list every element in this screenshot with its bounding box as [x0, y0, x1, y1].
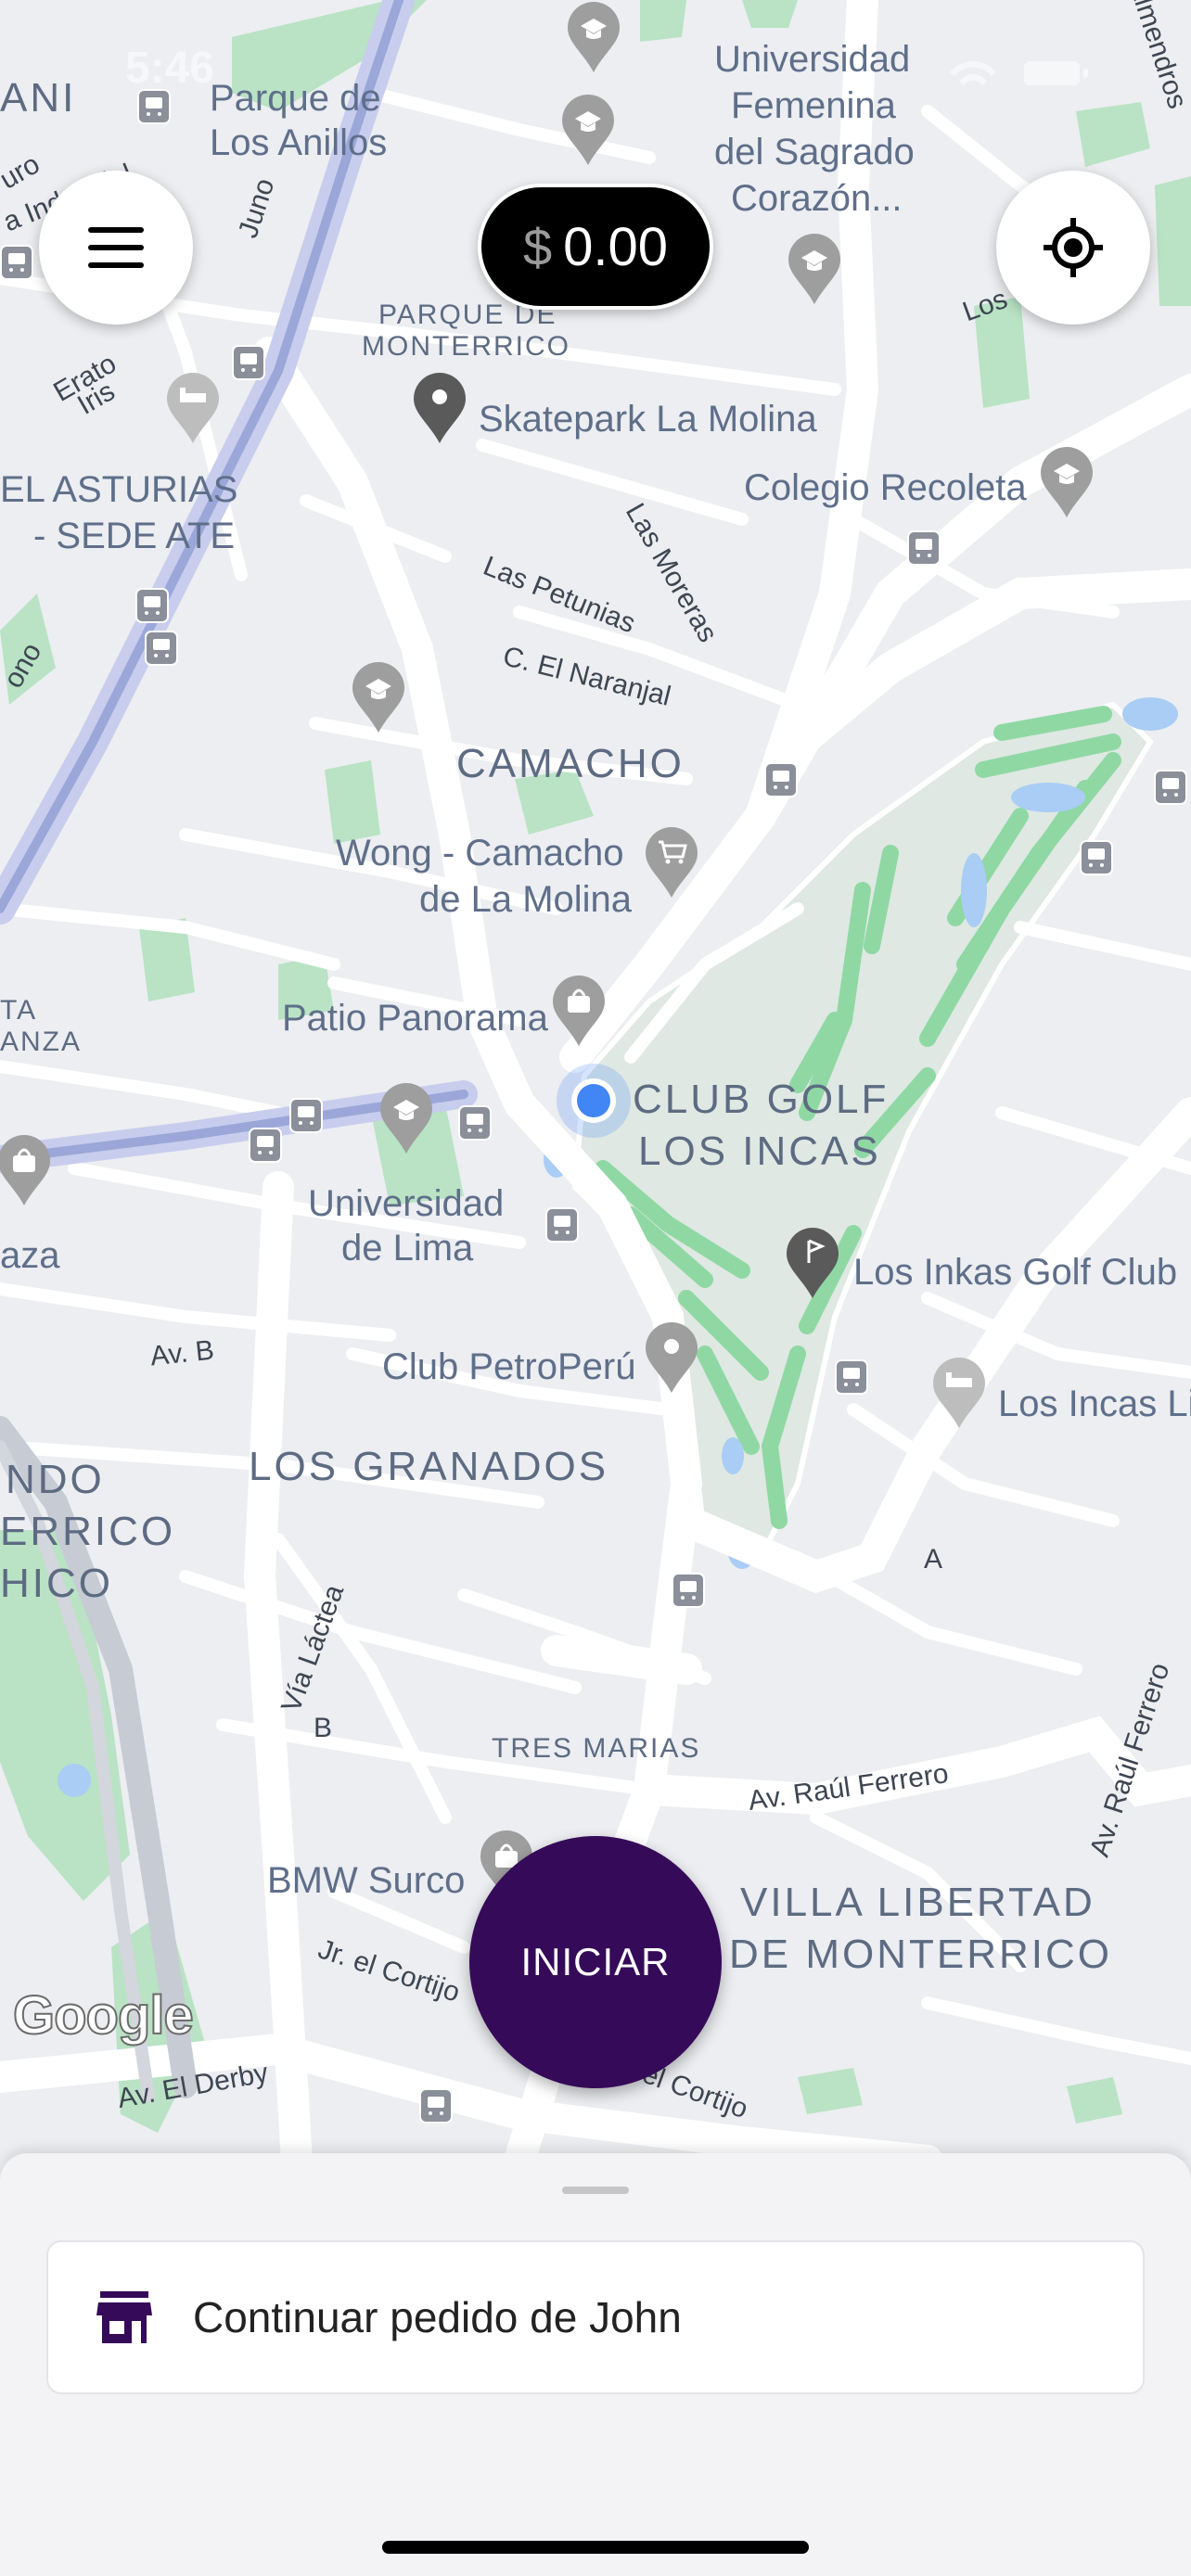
- sheet-drag-handle[interactable]: [562, 2187, 629, 2194]
- place-label: de La Molina: [419, 879, 633, 920]
- place-label: BMW Surco: [267, 1860, 466, 1901]
- bus-stop-icon: [835, 1359, 868, 1395]
- hamburger-menu-icon: [88, 227, 144, 268]
- bus-stop-icon: [0, 245, 33, 280]
- balance-pill[interactable]: $ 0.00: [478, 184, 713, 310]
- bus-stop-icon: [419, 2088, 453, 2123]
- bus-stop-icon: [764, 762, 798, 797]
- hotel-pin-icon[interactable]: [163, 371, 223, 445]
- shopping-bag-pin-icon[interactable]: [549, 974, 608, 1048]
- bus-stop-icon: [135, 588, 169, 623]
- place-label: Club PetroPerú: [382, 1346, 636, 1387]
- bus-stop-icon: [458, 1105, 492, 1141]
- place-label: Patio Panorama: [282, 998, 548, 1039]
- bus-stop-icon: [289, 1098, 323, 1133]
- area-label: HICO: [0, 1561, 113, 1606]
- place-label: Skatepark La Molina: [479, 399, 817, 440]
- golf-pin-icon[interactable]: [783, 1226, 842, 1300]
- bottom-sheet: Continuar pedido de John: [0, 2153, 1191, 2576]
- street-label: A: [924, 1544, 943, 1575]
- area-label: MONTERRICO: [362, 331, 570, 362]
- area-label: ERRICO: [0, 1509, 176, 1554]
- area-label: TRES MARIAS: [492, 1733, 701, 1764]
- google-attribution: Google: [12, 1984, 195, 2047]
- area-label: ANZA: [0, 1027, 83, 1057]
- street-label: Av. B: [148, 1334, 216, 1372]
- school-pin-icon[interactable]: [1037, 445, 1096, 519]
- school-pin-icon[interactable]: [349, 660, 408, 734]
- hotel-pin-icon[interactable]: [929, 1356, 989, 1430]
- bus-stop-icon: [545, 1207, 579, 1243]
- area-label: VILLA LIBERTAD: [740, 1880, 1095, 1925]
- place-label: Los Inkas Golf Club: [853, 1252, 1178, 1293]
- bus-stop-icon: [145, 631, 178, 666]
- place-label: Wong - Camacho: [336, 833, 624, 874]
- area-label: LOS GRANADOS: [249, 1444, 609, 1489]
- place-label: EL ASTURIAS: [0, 469, 238, 510]
- my-location-button[interactable]: [996, 171, 1150, 325]
- bus-stop-icon: [249, 1128, 282, 1163]
- bus-stop-icon: [907, 530, 941, 566]
- area-label: CLUB GOLF: [633, 1077, 890, 1122]
- status-icons: [950, 60, 1088, 85]
- street-label: B: [314, 1713, 333, 1743]
- start-button-label: INICIAR: [520, 1940, 671, 1983]
- area-label: LOS INCAS: [638, 1129, 881, 1174]
- start-button[interactable]: INICIAR: [469, 1836, 722, 2088]
- status-time: 5:46: [125, 44, 215, 93]
- area-label: NDO: [6, 1457, 105, 1502]
- continue-order-button[interactable]: Continuar pedido de John: [46, 2240, 1145, 2394]
- bus-stop-icon: [232, 345, 265, 380]
- place-label: Los Incas Li: [998, 1384, 1191, 1424]
- place-label: Universidad: [308, 1183, 505, 1224]
- balance-amount: 0.00: [563, 216, 669, 277]
- bus-stop-icon: [672, 1573, 705, 1608]
- balance-currency: $: [522, 217, 553, 276]
- bus-stop-icon: [1080, 840, 1113, 875]
- continue-order-label: Continuar pedido de John: [193, 2293, 682, 2341]
- menu-button[interactable]: [39, 171, 193, 325]
- shopping-cart-pin-icon[interactable]: [642, 825, 701, 899]
- school-pin-icon[interactable]: [377, 1081, 436, 1155]
- bus-stop-icon: [1154, 770, 1187, 805]
- place-label: aza: [0, 1235, 60, 1276]
- store-icon: [96, 2291, 152, 2343]
- place-pin-icon[interactable]: [642, 1320, 701, 1395]
- place-label: Colegio Recoleta: [744, 467, 1027, 508]
- area-label: TA: [0, 995, 38, 1026]
- shopping-bag-pin-icon[interactable]: [0, 1133, 54, 1207]
- place-label: de Lima: [341, 1228, 474, 1269]
- my-location-icon: [1044, 218, 1103, 277]
- place-label: Corazón...: [731, 178, 903, 219]
- status-bar: 5:46: [0, 0, 1191, 139]
- area-label: CAMACHO: [456, 741, 685, 786]
- place-label: - SEDE ATE: [33, 516, 236, 556]
- school-pin-icon[interactable]: [785, 232, 844, 306]
- area-label: DE MONTERRICO: [729, 1932, 1112, 1977]
- place-pin-icon[interactable]: [410, 371, 469, 445]
- home-indicator: [382, 2541, 809, 2554]
